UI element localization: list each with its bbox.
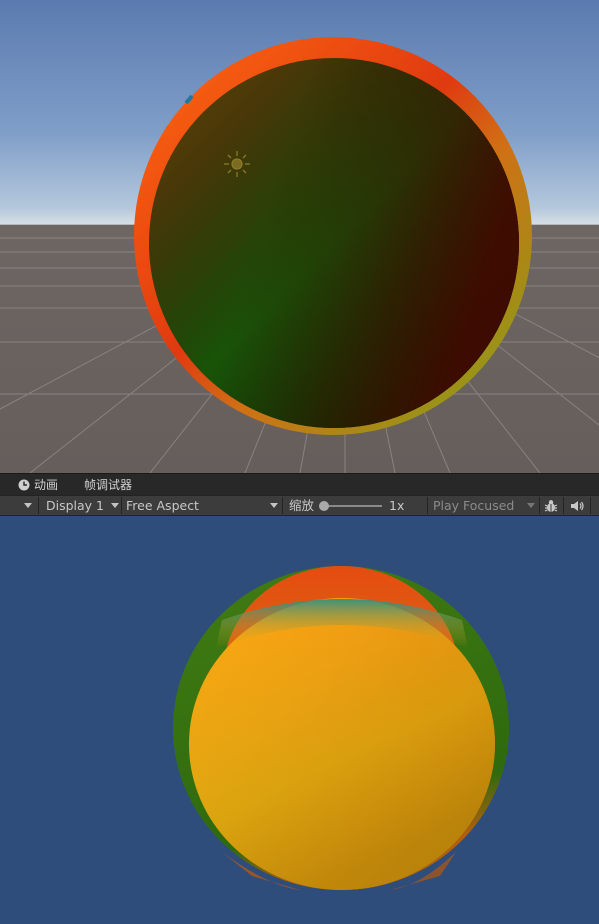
game-toolbar: Display 1 Free Aspect 缩放 1x Play Focused [0, 495, 599, 516]
separator [38, 497, 39, 514]
tab-frame-debugger[interactable]: 帧调试器 [84, 474, 132, 496]
sphere-game[interactable] [173, 566, 509, 890]
scene-viewport [0, 37, 599, 473]
separator [121, 497, 122, 514]
window-tabs: 动画 帧调试器 [0, 473, 599, 495]
chevron-down-icon[interactable] [111, 503, 119, 508]
scale-slider-handle[interactable] [319, 501, 329, 511]
display-dropdown[interactable]: Display 1 [46, 496, 104, 515]
view-mode-dropdown-caret[interactable] [24, 503, 32, 508]
bug-icon[interactable] [543, 498, 559, 514]
separator [590, 497, 591, 514]
sphere-scene[interactable] [134, 37, 532, 435]
game-viewport [173, 566, 509, 890]
play-mode-dropdown[interactable]: Play Focused [433, 496, 514, 515]
chevron-down-icon[interactable] [270, 503, 278, 508]
scene-view[interactable] [0, 0, 599, 473]
game-view[interactable] [0, 516, 599, 924]
separator [539, 497, 540, 514]
separator [563, 497, 564, 514]
speaker-icon[interactable] [569, 498, 585, 514]
separator [282, 497, 283, 514]
separator [427, 497, 428, 514]
aspect-dropdown[interactable]: Free Aspect [126, 496, 199, 515]
tab-animation[interactable]: 动画 [12, 474, 58, 496]
scale-value: 1x [389, 498, 405, 513]
clock-icon [18, 479, 30, 491]
scale-slider-track[interactable] [322, 505, 382, 507]
tab-animation-label: 动画 [34, 478, 59, 492]
tab-frame-debugger-label: 帧调试器 [84, 478, 133, 492]
chevron-down-icon[interactable] [527, 503, 535, 508]
scale-label: 缩放 [289, 498, 315, 513]
